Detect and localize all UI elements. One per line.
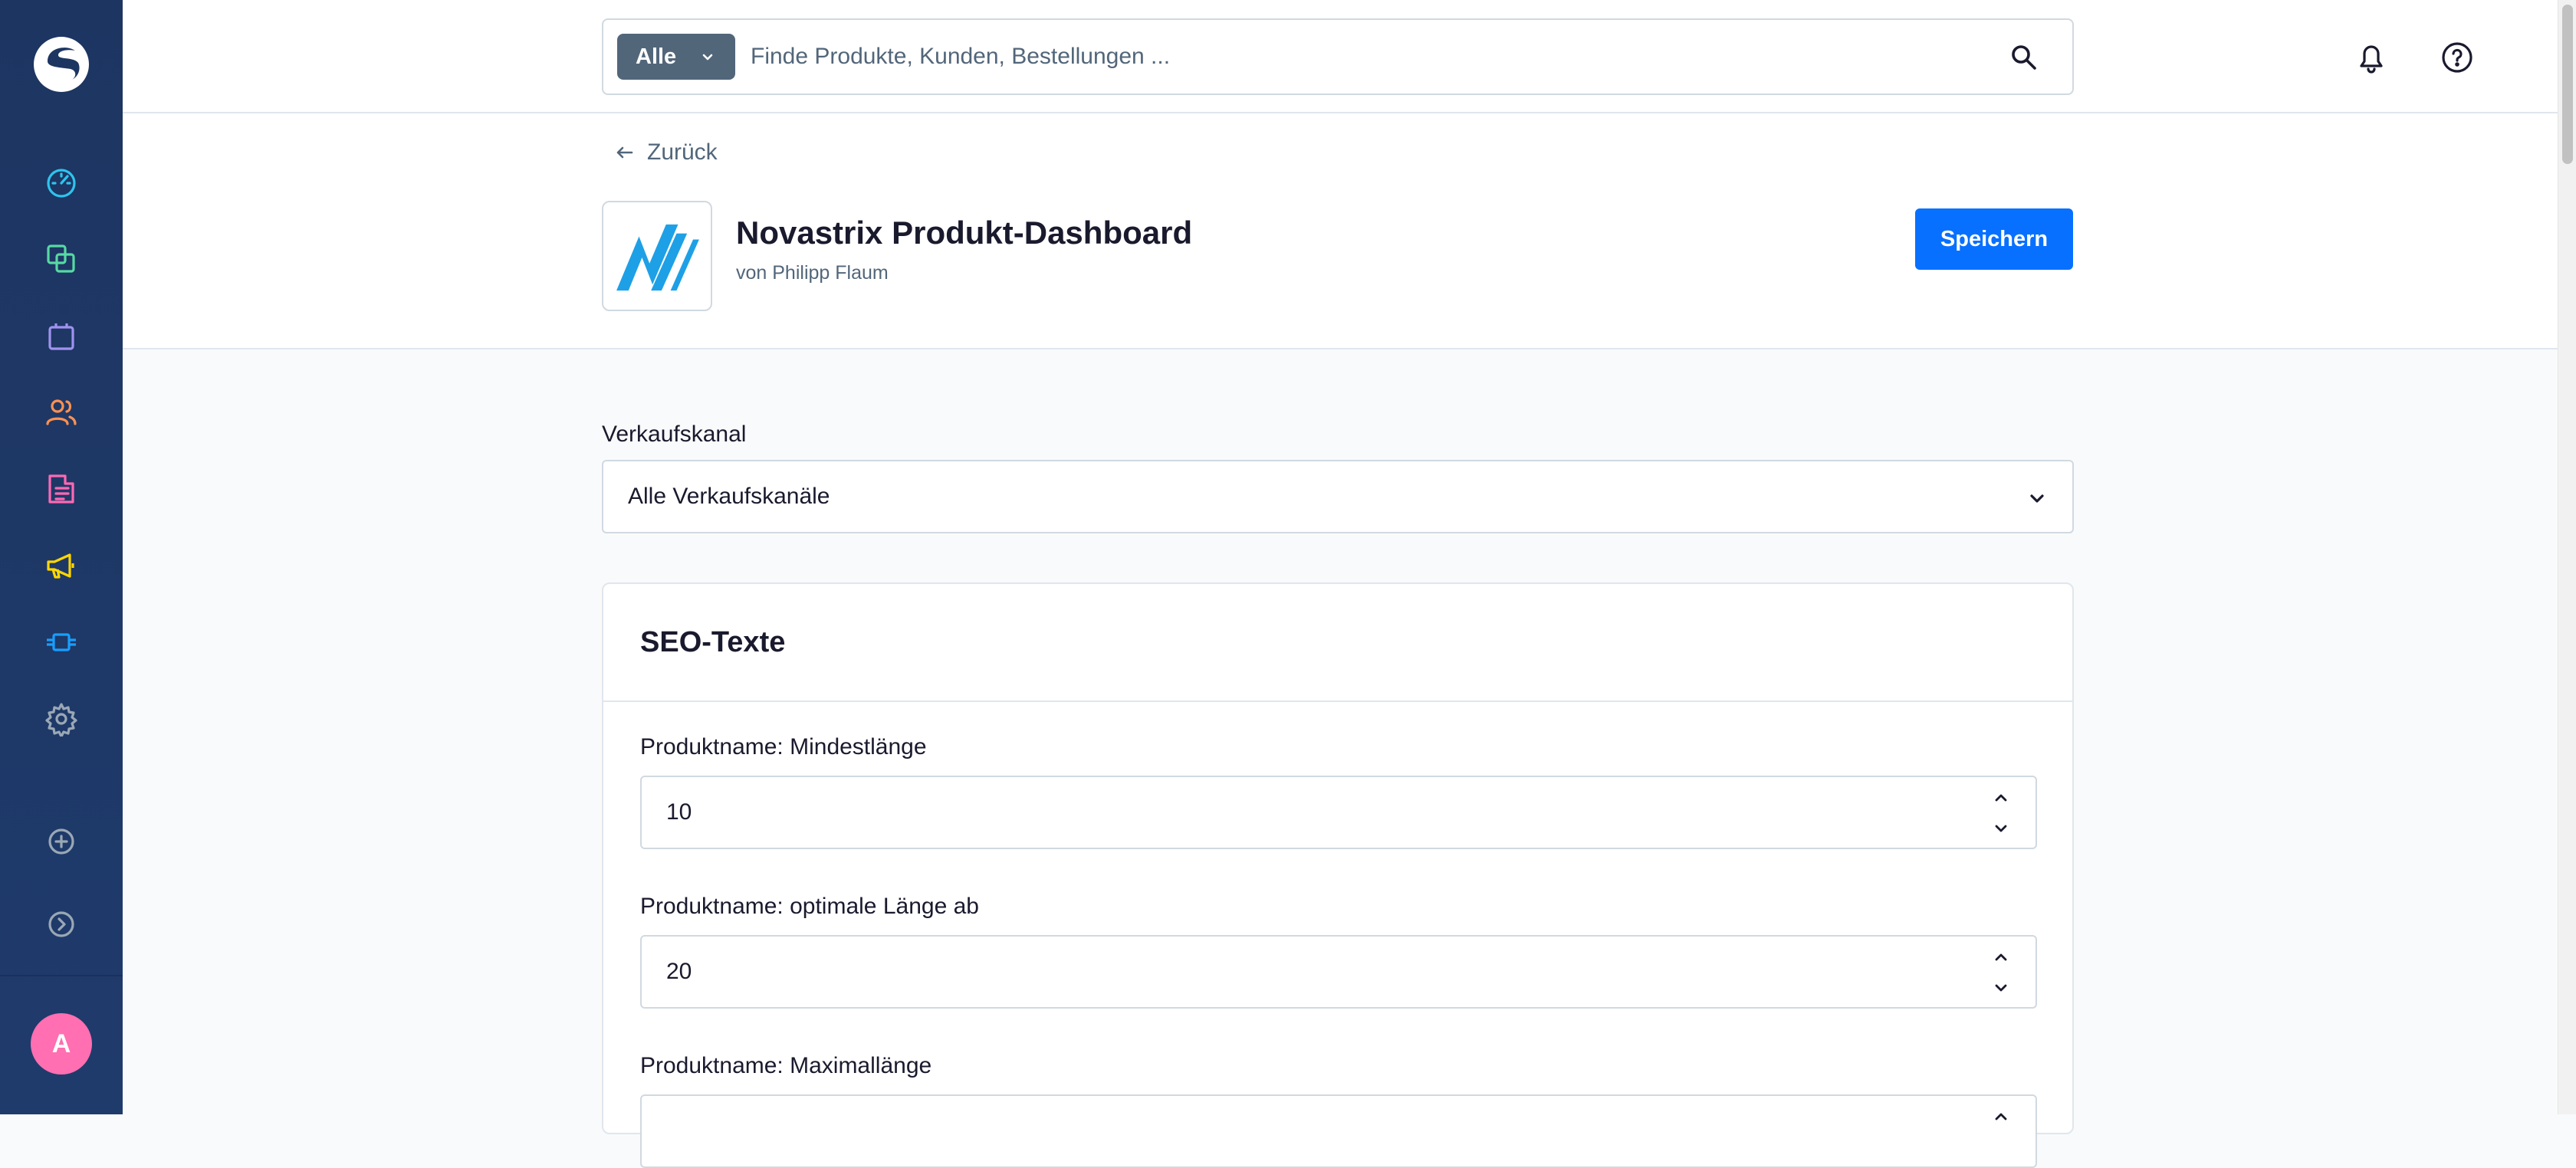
global-search: Alle: [602, 18, 2074, 95]
sidebar-divider: [0, 975, 123, 976]
arrow-left-icon: [613, 141, 636, 164]
settings-icon[interactable]: [41, 699, 81, 739]
orders-icon[interactable]: [41, 316, 81, 356]
sales-channel-value: Alle Verkaufskanäle: [628, 484, 830, 510]
app-header: Zurück Novastrix Produkt-Dashboard von P…: [123, 113, 2558, 349]
search-icon[interactable]: [2009, 43, 2039, 72]
extensions-icon[interactable]: [41, 622, 81, 662]
marketing-icon[interactable]: [41, 546, 81, 586]
search-input[interactable]: [749, 35, 1945, 78]
field-value: 20: [666, 959, 692, 985]
app-author: von Philipp Flaum: [736, 262, 889, 284]
add-icon[interactable]: [41, 822, 81, 861]
page-title: Novastrix Produkt-Dashboard: [736, 215, 1192, 251]
field-label: Produktname: Mindestlänge: [640, 734, 927, 760]
chevron-down-icon[interactable]: [1990, 817, 2013, 840]
catalog-icon[interactable]: [41, 239, 81, 279]
chevron-up-icon[interactable]: [1990, 786, 2013, 809]
chevron-down-icon: [700, 49, 715, 64]
content-icon[interactable]: [41, 469, 81, 509]
card-title: SEO-Texte: [603, 584, 2072, 702]
chevron-up-icon[interactable]: [1990, 946, 2013, 969]
chevron-down-icon: [2026, 487, 2048, 509]
customers-icon[interactable]: [41, 392, 81, 432]
back-label: Zurück: [647, 139, 718, 166]
help-icon[interactable]: [2438, 38, 2476, 77]
novastrix-logo-icon: [612, 218, 702, 294]
product-name-min-length-input[interactable]: 10: [640, 776, 2037, 849]
sidebar: A: [0, 0, 123, 1114]
search-scope-dropdown[interactable]: Alle: [617, 34, 735, 80]
chevron-up-icon[interactable]: [1990, 1105, 2013, 1128]
sales-channel-select[interactable]: Alle Verkaufskanäle: [602, 460, 2074, 533]
notifications-bell-icon[interactable]: [2352, 38, 2390, 77]
sales-channel-label: Verkaufskanal: [602, 422, 746, 448]
number-stepper: [1990, 1105, 2013, 1159]
expand-sidebar-icon[interactable]: [41, 904, 81, 944]
chevron-down-icon[interactable]: [1990, 976, 2013, 999]
dashboard-icon[interactable]: [41, 162, 81, 202]
number-stepper: [1990, 946, 2013, 999]
topbar: Alle: [123, 0, 2558, 113]
save-button[interactable]: Speichern: [1915, 208, 2073, 270]
field-label: Produktname: Maximallänge: [640, 1053, 932, 1079]
seo-texts-card: SEO-Texte Produktname: Mindestlänge 10 P…: [602, 582, 2074, 1134]
main-content: Verkaufskanal Alle Verkaufskanäle SEO-Te…: [123, 349, 2558, 1114]
avatar[interactable]: A: [31, 1013, 92, 1074]
scrollbar-thumb[interactable]: [2562, 5, 2573, 164]
field-value: 10: [666, 799, 692, 825]
product-name-optimal-length-input[interactable]: 20: [640, 935, 2037, 1009]
app-logo: [602, 201, 712, 311]
page-scrollbar[interactable]: [2558, 0, 2576, 1114]
number-stepper: [1990, 786, 2013, 840]
shopware-logo-icon[interactable]: [31, 34, 92, 95]
back-link[interactable]: Zurück: [613, 139, 718, 166]
search-scope-label: Alle: [636, 44, 676, 70]
field-label: Produktname: optimale Länge ab: [640, 894, 979, 920]
product-name-max-length-input[interactable]: [640, 1094, 2037, 1168]
